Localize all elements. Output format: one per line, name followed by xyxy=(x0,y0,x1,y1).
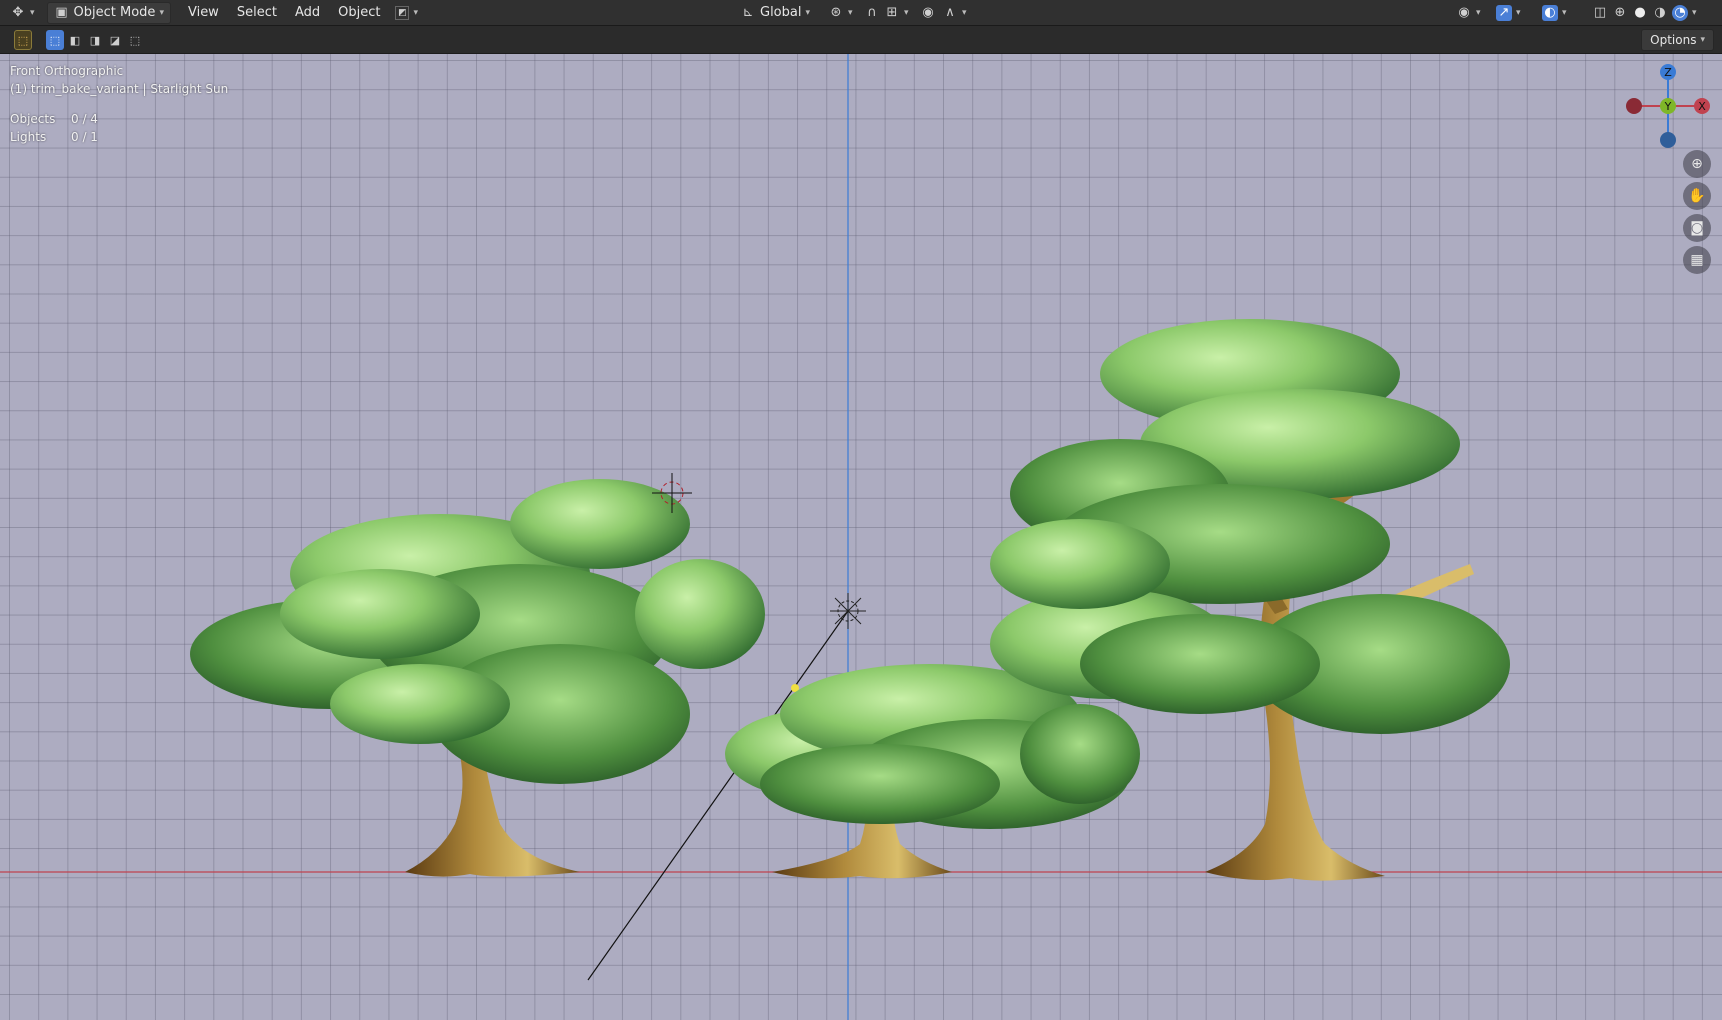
editor-type-selector[interactable]: ✥ ▾ xyxy=(4,2,41,24)
pivot-point-icon: ⊛ xyxy=(830,5,842,20)
cursor-select-icon: ⬚ xyxy=(17,33,29,47)
overlays-toggle[interactable]: ◐ ▾ xyxy=(1536,2,1573,24)
hand-pan-icon: ✋ xyxy=(1688,188,1706,204)
gizmo-neg-z-icon xyxy=(1660,132,1676,148)
gizmo-y-label: Y xyxy=(1664,100,1672,113)
orientation-label: Global xyxy=(760,5,802,20)
menu-view[interactable]: View xyxy=(179,2,228,24)
view-name: Front Orthographic xyxy=(10,64,124,78)
stat-objects-value: 0 / 4 xyxy=(71,112,98,126)
object-mode-icon: ▣ xyxy=(55,5,68,20)
proportional-edit-icon: ◉ xyxy=(922,5,934,20)
mode-label: Object Mode xyxy=(73,5,156,20)
collection-info: (1) trim_bake_variant | Starlight Sun xyxy=(10,82,229,96)
tree-left xyxy=(190,479,765,877)
select-mode-subtract-button[interactable]: ◨ xyxy=(86,30,104,50)
material-sphere-icon: ◑ xyxy=(1654,5,1666,20)
mode-dropdown[interactable]: ▣ Object Mode ▾ xyxy=(46,1,171,24)
chevron-down-icon: ▾ xyxy=(1562,7,1567,18)
viewport-header: ✥ ▾ ▣ Object Mode ▾ View Select Add Objec… xyxy=(0,0,1722,26)
sun-light-icon xyxy=(830,593,866,629)
stat-lights-value: 0 / 1 xyxy=(71,130,98,144)
gizmo-icon: ↗ xyxy=(1496,4,1512,21)
menu-object[interactable]: Object xyxy=(329,2,389,24)
chevron-down-icon: ▾ xyxy=(1692,7,1697,18)
shading-rendered-button[interactable]: ◔ ▾ xyxy=(1670,2,1699,24)
object-type-icon: ◩ xyxy=(395,5,410,20)
shading-material-button[interactable]: ◑ xyxy=(1650,2,1670,24)
tool-settings-bar: ⬚ ⬚ ◧ ◨ ◪ ⬚ Options ▾ xyxy=(0,26,1722,54)
select-mode-extend-button[interactable]: ◧ xyxy=(66,30,84,50)
chevron-down-icon: ▾ xyxy=(848,7,853,18)
chevron-down-icon: ▾ xyxy=(904,7,909,18)
select-subtract-icon: ◨ xyxy=(89,33,101,47)
ortho-toggle-button[interactable]: ▦ xyxy=(1683,246,1711,274)
menu-select[interactable]: Select xyxy=(228,2,286,24)
transform-orientation-dropdown[interactable]: ⊾ Global ▾ xyxy=(734,2,816,24)
snap-target-dropdown[interactable]: ⊞ ▾ xyxy=(878,2,915,24)
selectability-visibility-dropdown[interactable]: ◉ ▾ xyxy=(1450,2,1487,24)
menu-add[interactable]: Add xyxy=(286,2,329,24)
shading-wireframe-button[interactable]: ⊕ xyxy=(1610,2,1630,24)
chevron-down-icon: ▾ xyxy=(30,7,35,18)
gizmo-z-label: Z xyxy=(1664,66,1672,79)
select-tool-button[interactable]: ⬚ xyxy=(14,30,32,50)
overlays-icon: ◐ xyxy=(1542,4,1558,21)
select-invert-icon: ◪ xyxy=(109,33,121,47)
select-new-icon: ⬚ xyxy=(49,33,61,47)
falloff-curve-icon: ∧ xyxy=(945,5,955,20)
3d-viewport[interactable]: Front Orthographic (1) trim_bake_variant… xyxy=(0,54,1722,1020)
solid-sphere-icon: ● xyxy=(1634,5,1646,20)
chevron-down-icon: ▾ xyxy=(1516,7,1521,18)
select-mode-new-button[interactable]: ⬚ xyxy=(46,30,64,50)
object-transform-icon: ✥ xyxy=(12,5,24,20)
grid-toggle-icon: ▦ xyxy=(1690,252,1704,268)
pan-button[interactable]: ✋ xyxy=(1683,182,1711,210)
select-mode-intersect-button[interactable]: ⬚ xyxy=(126,30,144,50)
rendered-sphere-icon: ◔ xyxy=(1672,4,1688,21)
xray-icon: ◫ xyxy=(1593,5,1607,20)
gizmo-x-label: X xyxy=(1698,100,1706,113)
object-type-visibility-dropdown[interactable]: ◩ ▾ xyxy=(389,2,424,24)
pivot-point-dropdown[interactable]: ⊛ ▾ xyxy=(822,2,859,24)
chevron-down-icon: ▾ xyxy=(413,7,418,18)
falloff-dropdown[interactable]: ∧ ▾ xyxy=(936,2,973,24)
select-intersect-icon: ⬚ xyxy=(129,33,141,47)
navigation-gizmo[interactable]: Z X Y xyxy=(1618,60,1718,160)
select-extend-icon: ◧ xyxy=(69,33,81,47)
select-mode-invert-button[interactable]: ◪ xyxy=(106,30,124,50)
chevron-down-icon: ▾ xyxy=(159,7,164,18)
chevron-down-icon: ▾ xyxy=(805,7,811,18)
scene-canvas xyxy=(0,54,1722,1020)
shading-solid-button[interactable]: ● xyxy=(1630,2,1650,24)
gizmo-neg-x-icon xyxy=(1626,98,1642,114)
chevron-down-icon: ▾ xyxy=(1700,35,1705,45)
camera-icon: ◙ xyxy=(1690,220,1704,236)
chevron-down-icon: ▾ xyxy=(962,7,967,18)
zoom-button[interactable]: ⊕ xyxy=(1683,150,1711,178)
orientation-icon: ⊾ xyxy=(742,5,754,20)
wireframe-sphere-icon: ⊕ xyxy=(1614,5,1626,20)
stat-lights-label: Lights xyxy=(10,130,47,144)
snap-increment-icon: ⊞ xyxy=(886,5,898,20)
camera-view-button[interactable]: ◙ xyxy=(1683,214,1711,242)
chevron-down-icon: ▾ xyxy=(1476,7,1481,18)
options-label: Options xyxy=(1650,33,1697,47)
gizmo-toggle[interactable]: ↗ ▾ xyxy=(1490,2,1527,24)
zoom-icon: ⊕ xyxy=(1691,156,1703,172)
options-dropdown[interactable]: Options ▾ xyxy=(1641,29,1714,51)
stat-objects-label: Objects xyxy=(10,112,56,126)
eye-icon: ◉ xyxy=(1458,5,1470,20)
